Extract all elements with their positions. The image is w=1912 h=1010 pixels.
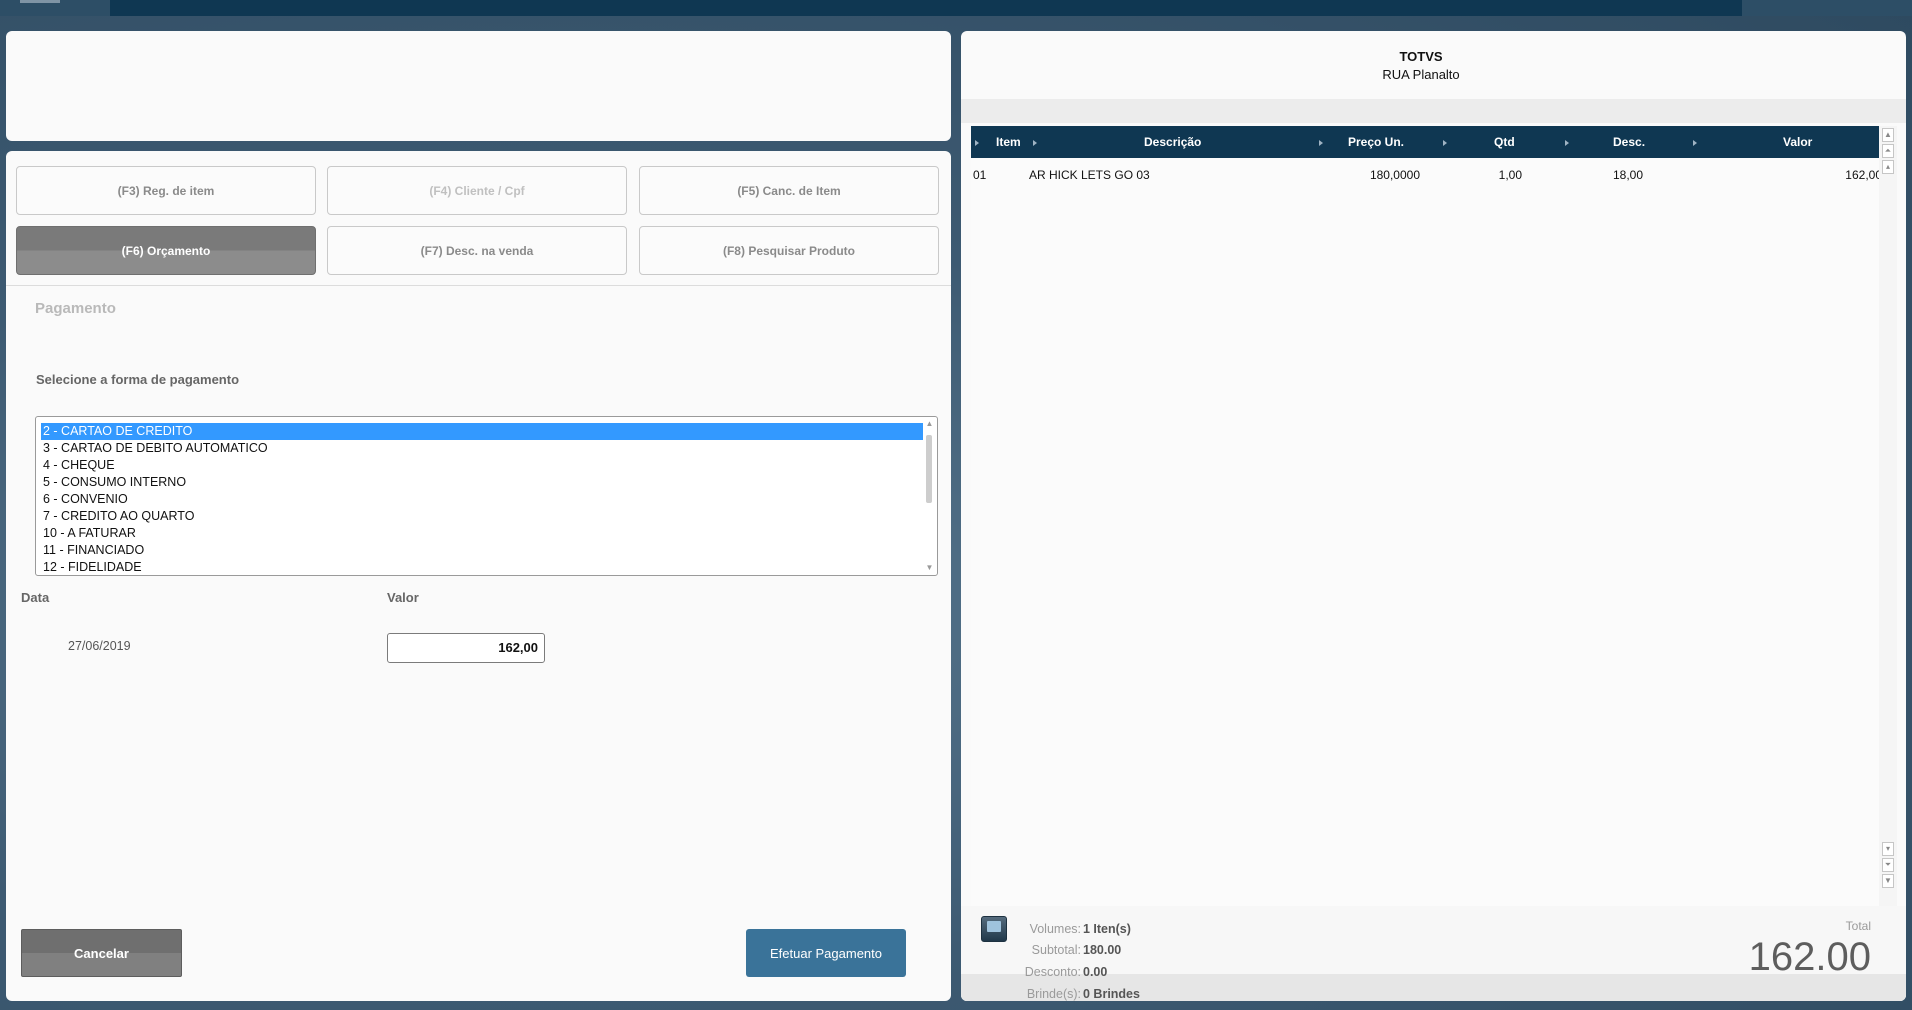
table-header: Item Descrição Preço Un. Qtd Desc. Valor (971, 126, 1888, 158)
list-scrollbar[interactable]: ▲ ▼ (924, 419, 935, 573)
row-unit-price: 180,0000 (1369, 168, 1420, 182)
total-value: 162.00 (1748, 935, 1871, 979)
sale-discount-button[interactable]: (F7) Desc. na venda (327, 226, 627, 275)
subtotal-value: 180.00 (1083, 943, 1122, 957)
reg-item-button[interactable]: (F3) Reg. de item (16, 166, 316, 215)
receipt-panel: TOTVS RUA Planalto Item Descrição Preço … (961, 31, 1906, 1001)
gifts-value: 0 Brindes (1083, 987, 1140, 1001)
header-panel (6, 31, 951, 141)
table-row[interactable]: 01 AR HICK LETS GO 03 180,0000 1,00 18,0… (971, 166, 1888, 184)
payment-option[interactable]: 5 - CONSUMO INTERNO (41, 474, 923, 491)
subtotal-label: Subtotal: (1031, 943, 1081, 957)
date-label: Data (21, 590, 50, 605)
row-discount: 18,00 (1612, 168, 1643, 182)
cancel-item-button[interactable]: (F5) Canc. de Item (639, 166, 939, 215)
col-discount-header[interactable]: Desc. (1613, 126, 1645, 158)
scroll-bottom-icon[interactable]: ▼ (1882, 874, 1894, 888)
payment-option[interactable]: 4 - CHEQUE (41, 457, 923, 474)
volumes-label: Volumes: (1029, 922, 1081, 936)
top-bar (0, 0, 1912, 16)
sale-panel: (F3) Reg. de item (F4) Cliente / Cpf (F5… (6, 151, 951, 1001)
store-address: RUA Planalto (1382, 67, 1460, 82)
row-value: 162,00 (1845, 168, 1882, 182)
budget-button[interactable]: (F6) Orçamento (16, 226, 316, 275)
col-qty-header[interactable]: Qtd (1494, 126, 1515, 158)
row-description: AR HICK LETS GO 03 (1029, 168, 1150, 182)
discount-label: Desconto: (1024, 965, 1081, 979)
scroll-thumb[interactable] (926, 435, 932, 503)
payment-option[interactable]: 3 - CARTAO DE DEBITO AUTOMATICO (41, 440, 923, 457)
scroll-up-icon[interactable]: ▴ (1882, 160, 1894, 174)
payment-option[interactable]: 6 - CONVENIO (41, 491, 923, 508)
date-value: 27/06/2019 (68, 639, 131, 653)
total-label: Total (1845, 919, 1871, 933)
col-value-header[interactable]: Valor (1783, 126, 1812, 158)
col-unit-price-header[interactable]: Preço Un. (1348, 126, 1404, 158)
payment-option[interactable]: 11 - FINANCIADO (41, 542, 923, 559)
payment-section-title: Pagamento (35, 300, 116, 317)
client-cpf-button[interactable]: (F4) Cliente / Cpf (327, 166, 627, 215)
payment-option[interactable]: 7 - CREDITO AO QUARTO (41, 508, 923, 525)
scroll-down-icon[interactable]: ▼ (924, 563, 935, 573)
value-input[interactable]: 162,00 (387, 633, 545, 663)
row-item: 01 (973, 168, 987, 182)
items-table: Item Descrição Preço Un. Qtd Desc. Valor… (971, 126, 1888, 906)
scroll-up-icon[interactable]: ▲ (924, 419, 935, 429)
payment-option[interactable]: 2 - CARTAO DE CREDITO (41, 423, 923, 440)
volumes-value: 1 Iten(s) (1083, 922, 1131, 936)
value-label: Valor (387, 590, 419, 605)
gifts-label: Brinde(s): (1026, 987, 1081, 1001)
payment-method-label: Selecione a forma de pagamento (36, 372, 240, 387)
top-bar-right-tab[interactable] (1742, 0, 1912, 16)
discount-value: 0.00 (1083, 965, 1108, 979)
col-description-header[interactable]: Descrição (1144, 126, 1201, 158)
divider (6, 285, 951, 286)
receipt-toolbar (961, 99, 1906, 123)
store-name: TOTVS (1399, 49, 1443, 64)
table-scrollbar[interactable]: ▲ ⏶ ▴ ▾ ⏷ ▼ (1879, 126, 1897, 906)
scroll-top-icon[interactable]: ▲ (1882, 128, 1894, 142)
row-qty: 1,00 (1498, 168, 1522, 182)
payment-method-list[interactable]: 2 - CARTAO DE CREDITO 3 - CARTAO DE DEBI… (35, 416, 938, 576)
payment-option[interactable]: 12 - FIDELIDADE (41, 559, 923, 575)
scroll-down-icon[interactable]: ▾ (1882, 842, 1894, 856)
scroll-page-down-icon[interactable]: ⏷ (1882, 858, 1894, 872)
scroll-page-up-icon[interactable]: ⏶ (1882, 144, 1894, 158)
search-product-button[interactable]: (F8) Pesquisar Produto (639, 226, 939, 275)
make-payment-button[interactable]: Efetuar Pagamento (746, 929, 906, 977)
payment-option[interactable]: 10 - A FATURAR (41, 525, 923, 542)
col-item-header[interactable]: Item (996, 126, 1021, 158)
top-bar-left-tab[interactable] (0, 0, 110, 16)
cancel-button[interactable]: Cancelar (21, 929, 182, 977)
